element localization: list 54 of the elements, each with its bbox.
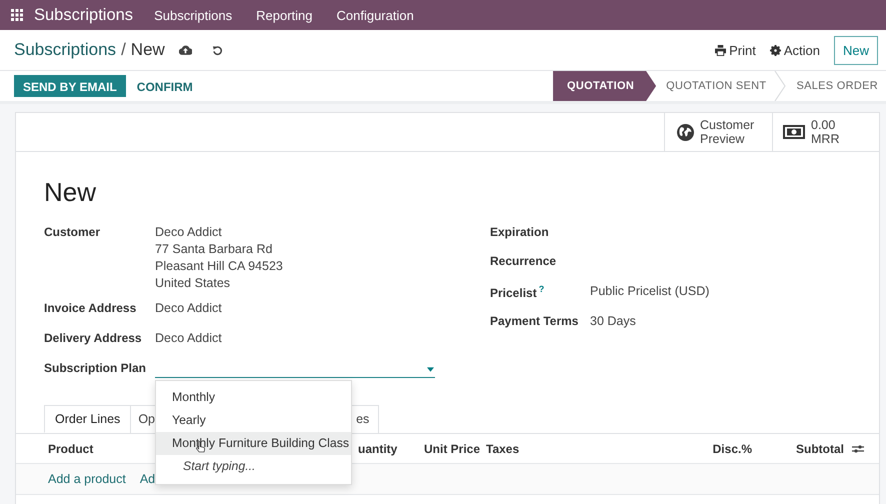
field-label: Pricelist $^{?}$ <box>490 284 546 302</box>
field-value: United States <box>155 276 232 290</box>
column-header: Subtotal <box>796 442 844 456</box>
globe-icon <box>677 124 694 140</box>
apps-menu-icon[interactable] <box>11 9 23 21</box>
field-value: Deco Addict <box>155 331 222 345</box>
field-value: Public Pricelist (USD) <box>590 284 710 300</box>
field-label: Customer <box>44 225 102 241</box>
field-label: Recurrence <box>490 254 558 270</box>
undo-icon[interactable] <box>212 44 223 56</box>
field-label: Delivery Address <box>44 331 143 347</box>
menu-item[interactable]: Reporting <box>256 8 312 22</box>
menu-item[interactable]: Configuration <box>336 8 414 22</box>
field-value: Deco Addict <box>155 225 223 239</box>
column-header: Unit Price <box>424 442 480 456</box>
app-title: Subscriptions <box>34 6 134 24</box>
field-label: Payment Terms <box>490 314 580 330</box>
notebook-tab[interactable]: Order Lines <box>44 405 132 433</box>
menu-item[interactable]: Subscriptions <box>154 8 232 22</box>
header-button[interactable]: CONFIRM <box>128 75 202 97</box>
breadcrumb-separator: / <box>121 40 126 60</box>
stage-tab[interactable]: QUOTATION SENT <box>656 71 774 101</box>
dropdown-option[interactable]: Start typing... <box>156 455 351 478</box>
add-line-link[interactable]: Ad <box>140 472 156 486</box>
column-header: Taxes <box>486 442 520 456</box>
column-header: Product <box>48 442 94 456</box>
field-value: Deco Addict <box>155 301 222 315</box>
breadcrumb-link[interactable]: Subscriptions <box>14 40 116 60</box>
header-button[interactable]: SEND BY EMAIL <box>14 75 126 97</box>
field-value: Pleasant Hill CA 94523 <box>155 259 283 273</box>
caret-icon[interactable] <box>427 367 434 372</box>
dropdown-option[interactable]: Monthly <box>156 386 351 409</box>
gear-icon <box>770 44 781 56</box>
new-button[interactable]: New <box>834 36 878 64</box>
record-title: New <box>44 177 98 208</box>
field-label: Invoice Address <box>44 301 138 317</box>
stage-tab[interactable]: SALES ORDER <box>786 71 886 101</box>
dropdown-option[interactable]: Monthly Furniture Building Class <box>156 432 351 455</box>
banknote-icon <box>783 125 805 139</box>
field-value: 30 Days <box>590 314 636 330</box>
column-header: Disc.% <box>712 442 752 456</box>
action-link[interactable]: Print <box>715 42 756 58</box>
breadcrumb-current: New <box>130 40 165 60</box>
stage-tab[interactable]: QUOTATION <box>553 71 656 101</box>
print-icon <box>715 44 726 56</box>
column-header: uantity <box>358 442 398 456</box>
dropdown-option[interactable]: Yearly <box>156 409 351 432</box>
field-value: 77 Santa Barbara Rd <box>155 242 274 256</box>
field-label: Expiration <box>490 225 550 241</box>
add-line-link[interactable]: Add a product <box>48 472 126 486</box>
action-link[interactable]: Action <box>770 42 820 58</box>
cloud-upload-icon[interactable] <box>178 45 192 55</box>
field-label: Subscription Plan <box>44 361 148 377</box>
sliders-icon[interactable] <box>852 444 864 454</box>
